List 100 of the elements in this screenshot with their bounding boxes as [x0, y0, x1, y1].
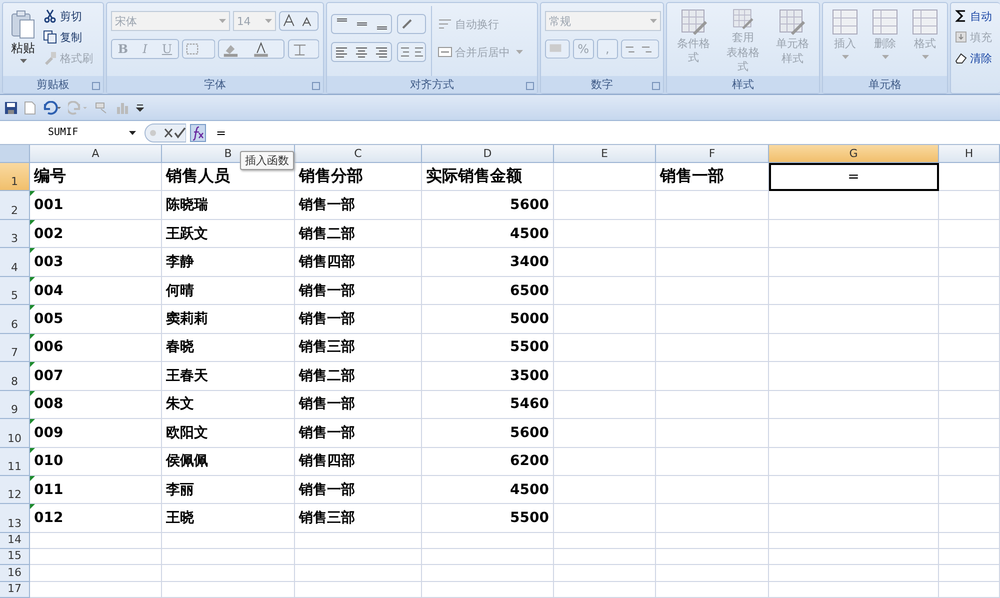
- table-cell: 朱文: [162, 390, 295, 420]
- paste-button[interactable]: 粘贴: [7, 6, 39, 76]
- horizontal-align-icon[interactable]: [331, 42, 427, 62]
- table-cell: 5600: [422, 191, 554, 220]
- merge-cells-icon: [438, 45, 452, 59]
- table-cell: 4500: [422, 220, 554, 248]
- group-label: 单元格: [868, 77, 902, 92]
- table-cell: 李丽: [162, 476, 295, 504]
- column-header[interactable]: D: [422, 145, 554, 163]
- undo-icon[interactable]: [42, 100, 62, 114]
- table-cell: 销售四部: [295, 248, 422, 277]
- table-cell: [939, 419, 1000, 448]
- table-cell: [939, 276, 1000, 306]
- bar-chart-icon[interactable]: [116, 100, 130, 114]
- caret-icon: [922, 55, 928, 59]
- row-header[interactable]: 1: [0, 163, 30, 192]
- tooltip: 插入函数: [240, 151, 294, 170]
- toolbar-button[interactable]: 剪切: [43, 6, 93, 26]
- table-cell: 002: [30, 220, 162, 248]
- table-cell: 003: [30, 248, 162, 277]
- table-cell: [939, 362, 1000, 391]
- table-cell: [939, 549, 1000, 566]
- table-cell: 3400: [422, 248, 554, 277]
- vertical-align-icon[interactable]: [331, 14, 427, 34]
- table-cell: 王跃文: [162, 220, 295, 248]
- caret-icon: [265, 19, 272, 23]
- new-document-icon[interactable]: [24, 100, 36, 114]
- caret-icon: [882, 55, 888, 59]
- brush-icon: [43, 51, 57, 65]
- scissors-icon: [43, 9, 57, 23]
- column-header[interactable]: G: [769, 145, 939, 163]
- launcher-icon[interactable]: [92, 82, 100, 90]
- row-header[interactable]: 2: [0, 191, 30, 220]
- row-header[interactable]: 5: [0, 276, 30, 306]
- row-header[interactable]: 12: [0, 476, 30, 504]
- column-header[interactable]: H: [939, 145, 1000, 163]
- table-cell: 何晴: [162, 276, 295, 306]
- table-cell: 销售三部: [295, 334, 422, 362]
- table-cell: 实际销售金额: [422, 163, 554, 192]
- editing-button[interactable]: 清除: [955, 48, 996, 68]
- formula-buttons-icon[interactable]: [144, 122, 186, 142]
- redo-icon[interactable]: [68, 100, 88, 114]
- launcher-icon[interactable]: [312, 82, 320, 90]
- table-cell: [939, 565, 1000, 582]
- row-header[interactable]: 11: [0, 448, 30, 476]
- sigma-icon: [955, 10, 967, 22]
- launcher-icon[interactable]: [526, 82, 534, 90]
- column-header[interactable]: E: [554, 145, 656, 163]
- insert-function-icon[interactable]: [190, 124, 206, 142]
- table-cell: [939, 163, 1000, 192]
- caret-icon: [129, 130, 136, 134]
- table-cell: 5500: [422, 504, 554, 533]
- table-cell: 销售四部: [295, 448, 422, 476]
- table-cell: 销售一部: [295, 476, 422, 504]
- column-header[interactable]: F: [656, 145, 769, 163]
- eraser-icon: [955, 52, 967, 64]
- formula-input[interactable]: =: [210, 122, 1000, 142]
- row-header[interactable]: 3: [0, 220, 30, 248]
- group-label: 对齐方式: [410, 77, 454, 92]
- caret-icon: [842, 55, 848, 59]
- row-header[interactable]: 9: [0, 390, 30, 420]
- table-cell: 5500: [422, 334, 554, 362]
- table-cell: 012: [30, 504, 162, 533]
- table-cell: 008: [30, 390, 162, 420]
- launcher-icon[interactable]: [652, 82, 660, 90]
- row-header[interactable]: 8: [0, 362, 30, 391]
- wrap-text-icon: [438, 17, 452, 31]
- row-header[interactable]: 15: [0, 549, 30, 566]
- grid-icon: [911, 8, 939, 36]
- table-style-icon: [680, 8, 708, 36]
- customize-caret-icon[interactable]: [136, 102, 144, 112]
- save-icon[interactable]: [4, 100, 18, 114]
- table-cell: 销售分部: [295, 163, 422, 192]
- row-header[interactable]: 16: [0, 565, 30, 582]
- row-header[interactable]: 14: [0, 532, 30, 550]
- group-label: 样式: [732, 77, 754, 92]
- table-cell: 侯佩佩: [162, 448, 295, 476]
- table-cell: [939, 582, 1000, 598]
- select-all-corner[interactable]: [0, 145, 30, 163]
- row-header[interactable]: 4: [0, 248, 30, 277]
- table-cell: 6200: [422, 448, 554, 476]
- table-cell: 王春天: [162, 362, 295, 391]
- table-cell: 春晓: [162, 334, 295, 362]
- group-label: 剪贴板: [36, 77, 70, 92]
- toolbar-button[interactable]: 复制: [43, 27, 93, 47]
- name-box[interactable]: SUMIF: [0, 122, 140, 142]
- table-cell: 5600: [422, 419, 554, 448]
- table-cell: 销售一部: [656, 163, 769, 192]
- table-cell: [939, 248, 1000, 277]
- clipboard-icon: [10, 10, 36, 40]
- row-header[interactable]: 7: [0, 334, 30, 362]
- table-cell: [939, 448, 1000, 476]
- row-header[interactable]: 13: [0, 504, 30, 533]
- row-header[interactable]: 10: [0, 419, 30, 448]
- row-header[interactable]: 6: [0, 305, 30, 334]
- editing-button[interactable]: 自动: [955, 6, 996, 26]
- column-header[interactable]: C: [295, 145, 422, 163]
- column-header[interactable]: A: [30, 145, 162, 163]
- row-header[interactable]: 17: [0, 582, 30, 598]
- table-cell: 001: [30, 191, 162, 220]
